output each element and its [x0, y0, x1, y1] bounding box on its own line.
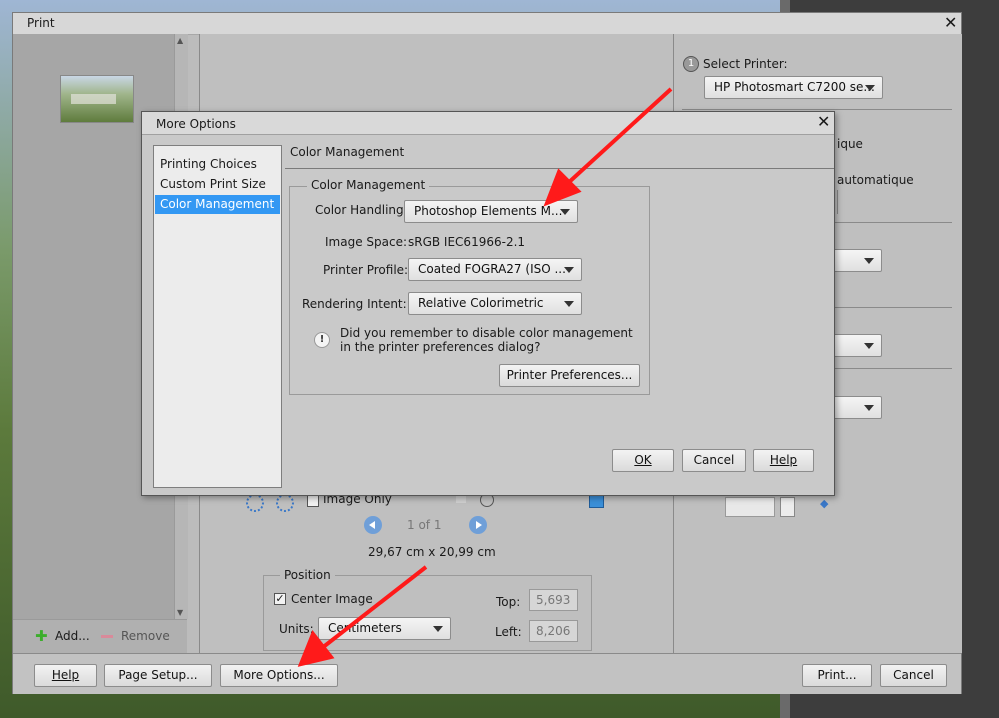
cancel-button[interactable]: Cancel — [880, 664, 947, 687]
add-label[interactable]: Add... — [55, 629, 90, 643]
page-setup-button[interactable]: Page Setup... — [104, 664, 212, 687]
more-options-button[interactable]: More Options... — [220, 664, 338, 687]
cancel-label: Cancel — [893, 668, 934, 682]
top-label: Top: — [496, 595, 521, 609]
units-label: Units: — [279, 622, 314, 636]
group-label: Color Management — [307, 178, 430, 192]
image-space-label: Image Space: — [325, 235, 408, 249]
step-number-badge: 1 — [683, 56, 699, 72]
left-input[interactable]: 8,206 — [529, 620, 578, 642]
print-button[interactable]: Print... — [802, 664, 872, 687]
bottom-button-bar: Help Page Setup... More Options... Print… — [13, 653, 961, 694]
page-info: 1 of 1 — [407, 518, 442, 532]
rendering-intent-dropdown[interactable]: Relative Colorimetric — [408, 292, 582, 315]
divider — [682, 109, 952, 110]
color-handling-dropdown[interactable]: Photoshop Elements M... — [404, 200, 578, 223]
dialog-cancel-button[interactable]: Cancel — [682, 449, 746, 472]
partial-setting-text: automatique — [837, 173, 914, 187]
printer-dropdown[interactable]: HP Photosmart C7200 se... — [704, 76, 883, 99]
select-printer-label: Select Printer: — [703, 57, 788, 71]
units-dropdown[interactable]: Centimeters — [318, 617, 451, 640]
chevron-down-icon — [864, 405, 874, 411]
nav-item-custom-print-size[interactable]: Custom Print Size — [155, 175, 280, 194]
color-handling-label: Color Handling: — [315, 203, 408, 217]
section-divider — [285, 168, 834, 169]
printer-profile-value: Coated FOGRA27 (ISO ... — [418, 262, 566, 276]
more-options-title: More Options — [156, 117, 236, 131]
partial-setting-text: ique — [837, 137, 863, 151]
chevron-down-icon — [864, 258, 874, 264]
scroll-up-icon[interactable]: ▲ — [177, 36, 183, 45]
nav-item-color-management[interactable]: Color Management — [155, 195, 280, 214]
options-nav-list: Printing Choices Custom Print Size Color… — [153, 145, 282, 488]
chevron-down-icon — [865, 85, 875, 91]
remove-icon[interactable] — [101, 635, 113, 638]
more-options-title-bar: More Options ✕ — [142, 112, 834, 135]
color-handling-value: Photoshop Elements M... — [414, 204, 563, 218]
rotate-left-icon[interactable] — [246, 494, 264, 512]
help-button[interactable]: Help — [34, 664, 97, 687]
units-value: Centimeters — [328, 621, 402, 635]
printer-value: HP Photosmart C7200 se... — [714, 80, 875, 94]
dialog-cancel-label: Cancel — [693, 453, 735, 467]
info-icon: ◆ — [820, 497, 829, 510]
close-icon[interactable]: ✕ — [817, 114, 830, 130]
more-options-label: More Options... — [233, 668, 325, 682]
photo-thumbnail[interactable] — [60, 75, 134, 123]
warning-line-1: Did you remember to disable color manage… — [340, 326, 633, 340]
more-options-dialog: More Options ✕ Printing Choices Custom P… — [141, 111, 835, 496]
printer-profile-label: Printer Profile: — [323, 263, 409, 277]
rendering-intent-value: Relative Colorimetric — [418, 296, 544, 310]
chevron-down-icon — [560, 209, 570, 215]
printer-profile-dropdown[interactable]: Coated FOGRA27 (ISO ... — [408, 258, 582, 281]
chevron-down-icon — [564, 301, 574, 307]
rotate-right-icon[interactable] — [276, 494, 294, 512]
center-image-label: Center Image — [291, 592, 373, 606]
rendering-intent-label: Rendering Intent: — [302, 297, 407, 311]
help-button-label: Help — [51, 668, 80, 682]
page-size: 29,67 cm x 20,99 cm — [368, 545, 496, 559]
close-icon[interactable]: ✕ — [944, 15, 957, 31]
section-header: Color Management — [290, 145, 405, 159]
scroll-down-icon[interactable]: ▼ — [177, 608, 183, 617]
position-group-label: Position — [280, 568, 335, 582]
next-page-icon[interactable] — [469, 516, 487, 534]
printer-preferences-button[interactable]: Printer Preferences... — [499, 364, 640, 387]
copies-stepper[interactable] — [780, 497, 795, 517]
chevron-down-icon — [433, 626, 443, 632]
left-label: Left: — [495, 625, 522, 639]
print-title: Print — [27, 16, 55, 30]
chevron-down-icon — [864, 343, 874, 349]
ok-label: OK — [634, 453, 652, 467]
page-setup-label: Page Setup... — [118, 668, 198, 682]
center-image-checkbox[interactable]: ✓ — [274, 593, 286, 605]
copies-input[interactable] — [725, 497, 775, 517]
add-icon[interactable]: ✚ — [35, 627, 48, 645]
dialog-help-button[interactable]: Help — [753, 449, 814, 472]
add-remove-row: ✚ Add... Remove — [13, 619, 187, 654]
printer-preferences-label: Printer Preferences... — [506, 368, 633, 382]
image-space-value: sRGB IEC61966-2.1 — [408, 235, 526, 249]
crop-icon[interactable] — [456, 495, 466, 503]
remove-label[interactable]: Remove — [121, 629, 170, 643]
warning-icon: ! — [314, 332, 330, 348]
print-title-bar: Print ✕ — [13, 13, 961, 35]
ok-button[interactable]: OK — [612, 449, 674, 472]
image-only-checkbox[interactable] — [307, 495, 319, 507]
nav-item-printing-choices[interactable]: Printing Choices — [155, 155, 280, 174]
dialog-help-label: Help — [769, 453, 798, 467]
top-input[interactable]: 5,693 — [529, 589, 578, 611]
print-label: Print... — [817, 668, 857, 682]
previous-page-icon[interactable] — [364, 516, 382, 534]
chevron-down-icon — [564, 267, 574, 273]
warning-line-2: in the printer preferences dialog? — [340, 340, 541, 354]
